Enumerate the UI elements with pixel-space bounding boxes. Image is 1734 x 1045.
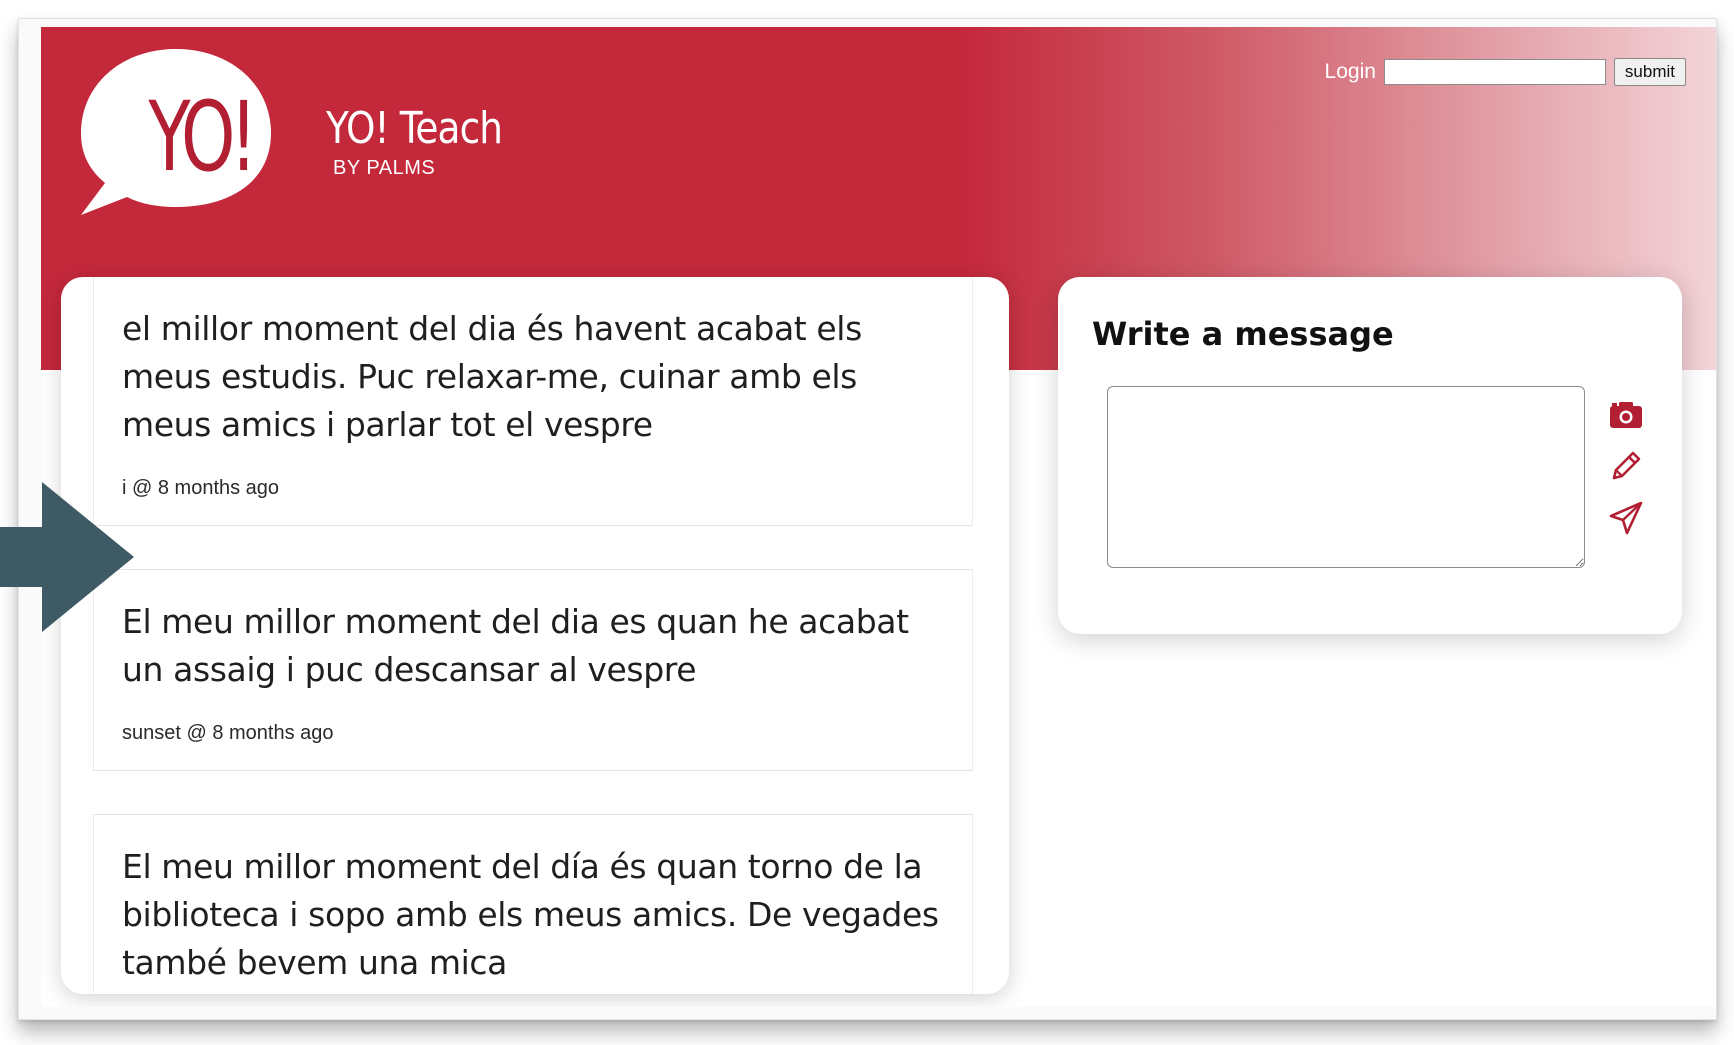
message-item[interactable]: El meu millor moment del dia es quan he … bbox=[93, 569, 973, 771]
pencil-icon bbox=[1612, 451, 1641, 480]
brand-subtitle: BY PALMS bbox=[333, 157, 436, 179]
message-list: el millor moment del dia és havent acaba… bbox=[93, 277, 973, 994]
message-text: El meu millor moment del día és quan tor… bbox=[122, 847, 939, 982]
send-icon bbox=[1609, 501, 1643, 535]
login-area: Login submit bbox=[1325, 57, 1686, 87]
message-meta bbox=[94, 987, 972, 994]
message-meta: i @ 8 months ago bbox=[122, 477, 280, 499]
message-feed[interactable]: el millor moment del dia és havent acaba… bbox=[61, 277, 1009, 994]
brand-name: YO! Teach bbox=[326, 103, 503, 154]
screen-frame: YO! YO! Teach BY PALMS Login submit el m… bbox=[18, 18, 1717, 1020]
camera-button[interactable] bbox=[1606, 395, 1646, 435]
message-text: El meu millor moment del dia es quan he … bbox=[122, 602, 909, 689]
edit-button[interactable] bbox=[1606, 446, 1646, 486]
app-window: YO! YO! Teach BY PALMS Login submit el m… bbox=[41, 27, 1716, 1007]
logo-text: YO! bbox=[148, 81, 257, 193]
login-input[interactable] bbox=[1383, 59, 1606, 85]
message-text: el millor moment del dia és havent acaba… bbox=[122, 309, 862, 444]
message-meta: sunset @ 8 months ago bbox=[122, 722, 334, 744]
message-textarea[interactable] bbox=[1107, 386, 1585, 568]
logo[interactable]: YO! bbox=[61, 37, 291, 227]
message-item[interactable]: el millor moment del dia és havent acaba… bbox=[93, 277, 973, 526]
send-button[interactable] bbox=[1606, 498, 1646, 538]
compose-card: Write a message bbox=[1058, 277, 1682, 634]
pointer-arrow-icon bbox=[0, 482, 134, 632]
submit-button[interactable]: submit bbox=[1613, 58, 1686, 86]
message-item[interactable]: El meu millor moment del día és quan tor… bbox=[93, 814, 973, 994]
login-label: Login bbox=[1324, 60, 1376, 83]
camera-icon bbox=[1610, 402, 1642, 428]
compose-title: Write a message bbox=[1092, 315, 1394, 353]
